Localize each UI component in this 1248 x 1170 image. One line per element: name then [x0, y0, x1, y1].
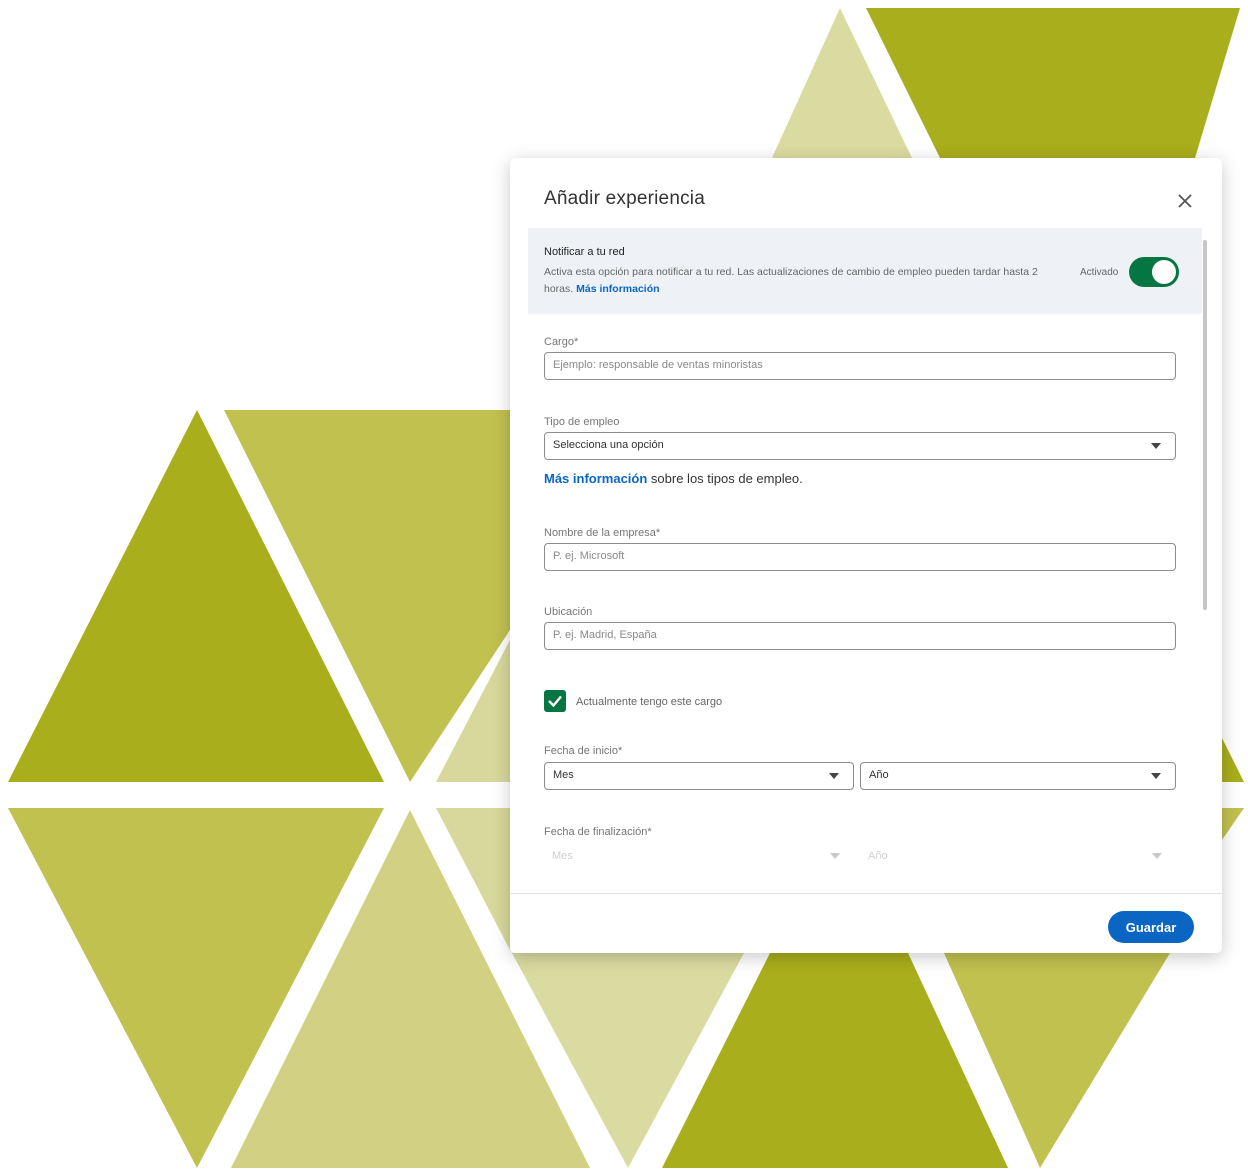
cargo-input[interactable]: Ejemplo: responsable de ventas minorista… [544, 352, 1176, 380]
start-date-label: Fecha de inicio* [544, 745, 623, 757]
more-info-link[interactable]: Más información [576, 283, 659, 295]
employment-info: Más información sobre los tipos de emple… [544, 471, 803, 486]
employment-type-value: Selecciona una opción [553, 439, 664, 451]
company-input[interactable]: P. ej. Microsoft [544, 543, 1176, 571]
current-role-checkbox[interactable] [544, 690, 566, 712]
notify-network-banner: Notificar a tu red Activa esta opción pa… [528, 228, 1202, 314]
start-month-select[interactable]: Mes [544, 762, 854, 790]
company-label: Nombre de la empresa* [544, 527, 661, 539]
notify-description: Activa esta opción para notificar a tu r… [544, 264, 1044, 298]
chevron-down-icon [830, 853, 840, 859]
chevron-down-icon [1152, 853, 1162, 859]
employment-info-text: sobre los tipos de empleo. [650, 471, 803, 486]
bg-triangle [1222, 738, 1244, 782]
chevron-down-icon [1151, 443, 1161, 449]
start-year-value: Año [869, 769, 889, 781]
current-role-label: Actualmente tengo este cargo [576, 696, 723, 708]
chevron-down-icon [1151, 773, 1161, 779]
end-date-label: Fecha de finalización* [544, 826, 652, 838]
toggle-knob [1152, 260, 1176, 284]
bg-triangle [1222, 808, 1244, 840]
location-input[interactable]: P. ej. Madrid, España [544, 622, 1176, 650]
employment-type-select[interactable]: Selecciona una opción [544, 432, 1176, 460]
end-month-select: Mes [544, 842, 854, 870]
end-month-value: Mes [552, 850, 573, 862]
check-icon [548, 695, 562, 708]
cargo-label: Cargo* [544, 336, 579, 348]
chevron-down-icon [829, 773, 839, 779]
employment-type-label: Tipo de empleo [544, 416, 620, 428]
add-experience-dialog: Añadir experiencia Notificar a tu red Ac… [510, 158, 1222, 953]
start-year-select[interactable]: Año [860, 762, 1176, 790]
employment-info-link[interactable]: Más información [544, 471, 647, 486]
location-label: Ubicación [544, 606, 593, 618]
scrollbar-thumb[interactable] [1203, 240, 1207, 610]
footer-divider [510, 893, 1222, 894]
toggle-label: Activado [1080, 267, 1119, 278]
save-button[interactable]: Guardar [1108, 911, 1194, 943]
close-icon[interactable] [1174, 190, 1196, 212]
dialog-title: Añadir experiencia [544, 188, 705, 209]
end-year-value: Año [868, 850, 888, 862]
notify-toggle[interactable] [1129, 257, 1179, 287]
bg-triangle [866, 8, 1240, 158]
end-year-select: Año [860, 842, 1176, 870]
start-month-value: Mes [553, 769, 574, 781]
notify-title: Notificar a tu red [544, 246, 625, 258]
